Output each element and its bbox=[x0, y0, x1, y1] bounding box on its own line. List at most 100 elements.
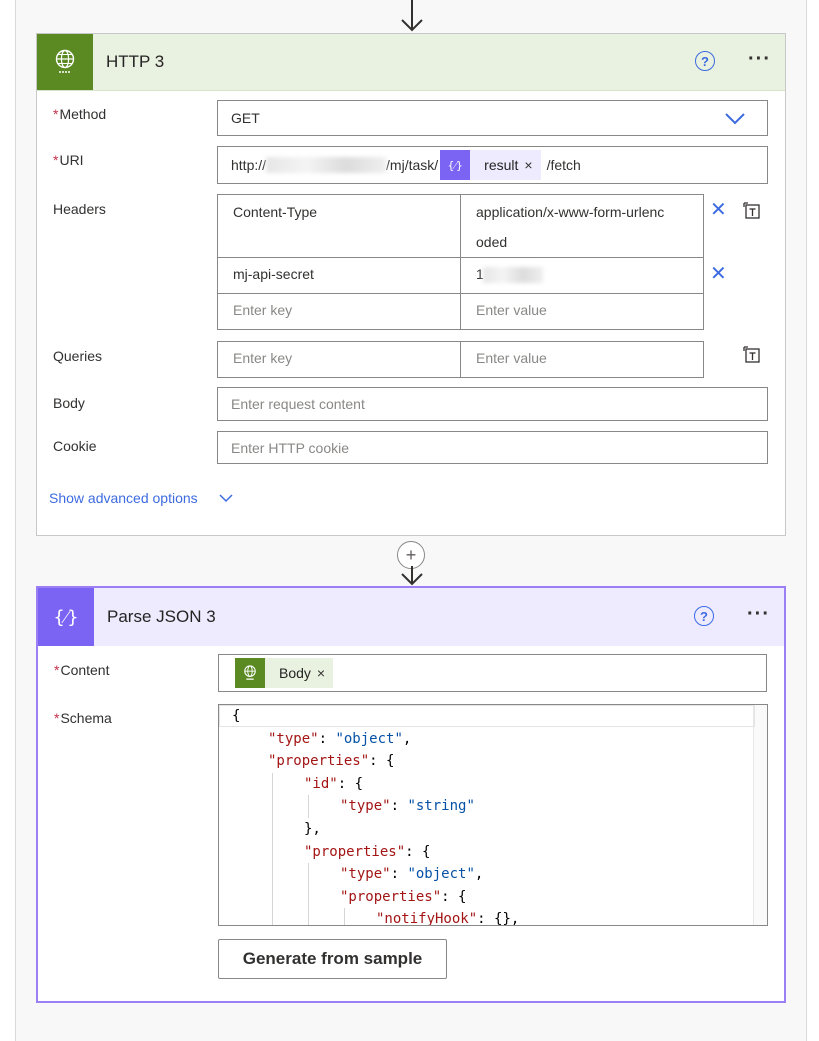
code-token: : bbox=[390, 798, 408, 815]
header-value-line1: application/x-www-form-urlenc bbox=[476, 204, 665, 220]
indent-guide bbox=[308, 795, 309, 818]
code-token: : {}, bbox=[477, 911, 520, 926]
parse-json-action-card: {⁄} Parse JSON 3 ? ··· *Content Body × *… bbox=[36, 586, 786, 1003]
indent-guide bbox=[272, 908, 273, 925]
uri-path: /mj/task/ bbox=[386, 157, 439, 173]
schema-code-line: }, bbox=[304, 818, 321, 841]
placeholder-text: Enter value bbox=[476, 302, 547, 318]
schema-code-line: "properties": { bbox=[340, 886, 466, 909]
header-value-line2: oded bbox=[476, 234, 508, 250]
token-label: result bbox=[484, 157, 519, 173]
method-label: *Method bbox=[53, 106, 107, 122]
indent-guide bbox=[272, 840, 273, 864]
code-token: : bbox=[390, 866, 408, 883]
queries-label: Queries bbox=[53, 348, 103, 364]
indent-guide bbox=[272, 818, 273, 841]
http-action-card: HTTP 3 ? ··· *Method GET *URI http:// /m… bbox=[36, 33, 786, 536]
uri-prefix: http:// bbox=[231, 157, 267, 173]
parse-card-header[interactable]: {⁄} Parse JSON 3 ? ··· bbox=[38, 588, 784, 646]
result-token[interactable]: {⁄} result × bbox=[440, 150, 541, 180]
text-mode-icon[interactable] bbox=[743, 346, 761, 364]
query-key-input[interactable]: Enter key bbox=[217, 341, 461, 378]
http-card-header[interactable]: HTTP 3 ? ··· bbox=[37, 34, 785, 91]
header-key-text: Content-Type bbox=[233, 204, 318, 220]
placeholder-text: Enter key bbox=[233, 350, 293, 366]
chevron-down-icon bbox=[725, 113, 745, 125]
method-select[interactable]: GET bbox=[217, 100, 768, 136]
code-token: }, bbox=[304, 821, 321, 837]
add-step-icon[interactable]: + bbox=[397, 541, 425, 569]
code-token: "type" bbox=[268, 730, 319, 747]
code-token: : { bbox=[369, 753, 395, 770]
indent-guide bbox=[272, 795, 273, 818]
current-line-highlight bbox=[219, 705, 755, 727]
card-title: HTTP 3 bbox=[106, 52, 165, 71]
query-value-input[interactable]: Enter value bbox=[460, 341, 704, 378]
header-value-field[interactable]: application/x-www-form-urlenc oded bbox=[460, 194, 704, 258]
json-expression-icon: {⁄} bbox=[38, 588, 94, 646]
schema-code-line: "notifyHook": {}, bbox=[376, 908, 520, 926]
content-input[interactable]: Body × bbox=[218, 654, 767, 692]
indent-guide bbox=[344, 908, 345, 925]
remove-token-icon[interactable]: × bbox=[524, 157, 540, 173]
cookie-input[interactable]: Enter HTTP cookie bbox=[217, 431, 768, 464]
content-label: *Content bbox=[54, 662, 110, 678]
header-key-text: mj-api-secret bbox=[233, 266, 314, 282]
text-mode-icon[interactable] bbox=[743, 202, 761, 220]
header-key-field[interactable]: mj-api-secret bbox=[217, 257, 461, 294]
code-token: : { bbox=[405, 843, 431, 860]
header-key-input[interactable]: Enter key bbox=[217, 293, 461, 330]
delete-header-icon[interactable]: ✕ bbox=[710, 264, 727, 284]
schema-editor[interactable]: {"type": "object", "properties": {"id": {… bbox=[218, 704, 768, 926]
schema-code-line: { bbox=[232, 705, 240, 728]
expression-icon: {⁄} bbox=[440, 150, 471, 180]
schema-code-line: "type": "string" bbox=[340, 795, 475, 818]
schema-label: *Schema bbox=[54, 710, 112, 726]
body-input[interactable]: Enter request content bbox=[217, 387, 768, 421]
code-token: , bbox=[402, 730, 412, 747]
help-icon[interactable]: ? bbox=[694, 606, 714, 626]
code-token: "object" bbox=[335, 730, 403, 747]
generate-from-sample-button[interactable]: Generate from sample bbox=[218, 939, 447, 979]
help-icon[interactable]: ? bbox=[695, 51, 715, 71]
code-token: "id" bbox=[304, 775, 338, 792]
remove-token-icon[interactable]: × bbox=[317, 665, 333, 681]
schema-code-line: "properties": { bbox=[268, 750, 394, 773]
schema-code-line: "id": { bbox=[304, 773, 363, 796]
uri-label: *URI bbox=[53, 152, 84, 168]
more-options-icon[interactable]: ··· bbox=[748, 48, 771, 71]
more-options-icon[interactable]: ··· bbox=[747, 603, 770, 626]
code-token: : bbox=[318, 730, 336, 747]
header-value-input[interactable]: Enter value bbox=[460, 293, 704, 330]
placeholder-text: Enter value bbox=[476, 350, 547, 366]
header-key-field[interactable]: Content-Type bbox=[217, 194, 461, 258]
chevron-down-icon[interactable] bbox=[219, 494, 233, 503]
code-token: , bbox=[474, 866, 484, 883]
uri-tail: /fetch bbox=[546, 157, 581, 173]
headers-label: Headers bbox=[53, 201, 106, 217]
connector-arrow-icon bbox=[401, 0, 423, 32]
redacted-secret bbox=[483, 267, 543, 283]
schema-scrollbar[interactable] bbox=[753, 705, 767, 925]
schema-code-line: "type": "object", bbox=[340, 863, 483, 886]
code-token: : { bbox=[337, 775, 364, 792]
globe-icon bbox=[37, 34, 93, 90]
header-value-field[interactable]: 1 bbox=[460, 257, 704, 294]
show-advanced-options-link[interactable]: Show advanced options bbox=[49, 490, 198, 506]
cookie-label: Cookie bbox=[53, 438, 97, 454]
delete-header-icon[interactable]: ✕ bbox=[710, 200, 727, 220]
placeholder-text: Enter key bbox=[233, 302, 293, 318]
uri-input[interactable]: http:// /mj/task/ {⁄} result × /fetch bbox=[217, 146, 768, 184]
code-token: "type" bbox=[340, 798, 391, 815]
body-token[interactable]: Body × bbox=[235, 658, 334, 688]
method-value: GET bbox=[231, 110, 260, 126]
code-token: "type" bbox=[340, 866, 391, 883]
placeholder-text: Enter request content bbox=[231, 396, 365, 412]
code-token: : { bbox=[441, 888, 467, 905]
code-token: "object" bbox=[407, 866, 475, 883]
indent-guide bbox=[272, 885, 273, 909]
indent-guide bbox=[308, 885, 309, 909]
indent-guide bbox=[308, 908, 309, 925]
code-token: "notifyHook" bbox=[376, 911, 478, 926]
schema-code-line: "properties": { bbox=[304, 841, 430, 864]
